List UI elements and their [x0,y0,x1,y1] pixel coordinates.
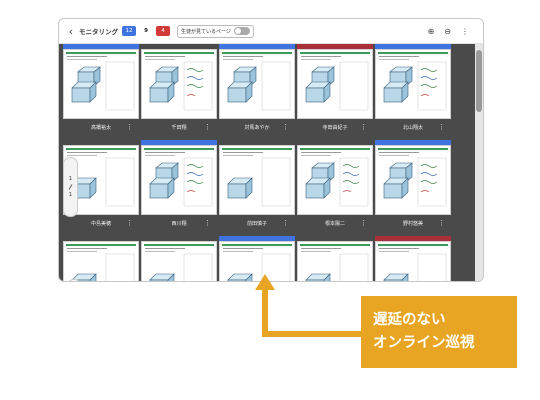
more-vert-icon[interactable]: ⋮ [438,123,445,131]
page-total: 1 [68,192,73,198]
worksheet-thumbnail[interactable] [141,145,217,215]
page-separator [68,184,73,190]
student-tile[interactable]: 西川翔 ⋮ [141,140,217,231]
student-tile[interactable]: 北山翔太 ⋮ [375,44,451,135]
student-tile[interactable]: 寺田由紀子 ⋮ [297,44,373,135]
more-vert-icon[interactable]: ⋮ [204,219,211,227]
worksheet-thumbnail[interactable] [63,241,139,281]
student-name-row: 高橋裕太 ⋮ [63,119,139,135]
scrollbar-thumb[interactable] [476,50,482,112]
student-name: 西川翔 [171,220,187,227]
student-tile[interactable]: 対馬あやか ⋮ [219,44,295,135]
student-tile[interactable]: 根本陽二 ⋮ [297,140,373,231]
worksheet-thumbnail[interactable] [375,49,451,119]
student-name-row: 前田慎子 ⋮ [219,215,295,231]
more-vert-icon[interactable]: ⋮ [360,123,367,131]
student-grid: 高橋裕太 ⋮ 千田翔 ⋮ 対馬あやか ⋮ 寺田由紀子 ⋮ 北山翔太 ⋮ 中島美穂 ⋮ 西川翔 ⋮ 前田慎子 ⋮… [59,44,475,281]
scrollbar[interactable] [475,44,483,281]
callout-line-1: 遅延のない [373,312,446,328]
worksheet-thumbnail[interactable] [297,49,373,119]
student-tile[interactable]: 高橋裕太 ⋮ [63,44,139,135]
student-name-row: 野村悠美 ⋮ [375,215,451,231]
student-page-toggle[interactable]: 生徒が見ているページ [177,24,254,38]
zoom-out-icon[interactable]: ⊖ [444,27,451,36]
student-tile[interactable]: 野村悠美 ⋮ [375,140,451,231]
student-tile[interactable]: ⋮ [63,236,139,281]
page-current: 1 [68,176,73,182]
student-name-row: 対馬あやか ⋮ [219,119,295,135]
student-name: 前田慎子 [246,220,267,227]
student-name-row: 根本陽二 ⋮ [297,215,373,231]
student-name-row: 西川翔 ⋮ [141,215,217,231]
student-tile[interactable]: 千田翔 ⋮ [141,44,217,135]
student-name: 対馬あやか [244,124,270,131]
worksheet-thumbnail[interactable] [141,241,217,281]
student-name-row: 寺田由紀子 ⋮ [297,119,373,135]
student-name-row: 千田翔 ⋮ [141,119,217,135]
student-name: 根本陽二 [324,220,345,227]
more-vert-icon[interactable]: ⋮ [126,123,133,131]
student-name: 高橋裕太 [90,124,111,131]
page-indicator[interactable]: 1 1 [63,157,78,217]
toggle-label: 生徒が見ているページ [181,28,231,35]
worksheet-thumbnail[interactable] [375,145,451,215]
callout-line-2: オンライン巡視 [373,335,475,351]
feature-callout: 遅延のない オンライン巡視 [361,296,517,368]
more-vert-icon[interactable]: ⋮ [126,219,133,227]
page-title: モニタリング [79,28,118,36]
worksheet-thumbnail[interactable] [219,145,295,215]
worksheet-thumbnail[interactable] [141,49,217,119]
status-badge-plain[interactable]: 9 [139,26,153,36]
monitoring-window: ‹ モニタリング 12 9 4 生徒が見ているページ ⊕ ⊖ ⋮ 高橋裕太 ⋮ 千田… [58,18,484,282]
student-tile[interactable]: 前田慎子 ⋮ [219,140,295,231]
student-name-row: 北山翔太 ⋮ [375,119,451,135]
student-name: 野村悠美 [402,220,423,227]
toggle-switch[interactable] [233,27,250,35]
more-vert-icon[interactable]: ⋮ [360,219,367,227]
top-bar: ‹ モニタリング 12 9 4 生徒が見ているページ ⊕ ⊖ ⋮ [59,19,483,44]
status-badge-blue[interactable]: 12 [122,26,136,36]
student-name: 北山翔太 [402,124,423,131]
chevron-left-icon[interactable]: ‹ [63,25,79,38]
student-name-row: 中島美穂 ⋮ [63,215,139,231]
more-vert-icon[interactable]: ⋮ [282,219,289,227]
student-tile[interactable]: ⋮ [141,236,217,281]
more-vert-icon[interactable]: ⋮ [438,219,445,227]
worksheet-thumbnail[interactable] [63,49,139,119]
student-name: 千田翔 [171,124,187,131]
more-vert-icon[interactable]: ⋮ [204,123,211,131]
student-name: 寺田由紀子 [322,124,348,131]
worksheet-thumbnail[interactable] [297,145,373,215]
worksheet-thumbnail[interactable] [219,49,295,119]
student-name: 中島美穂 [90,220,111,227]
status-badge-red[interactable]: 4 [156,26,170,36]
zoom-in-icon[interactable]: ⊕ [428,27,435,36]
more-vert-icon[interactable]: ⋮ [282,123,289,131]
more-vert-icon[interactable]: ⋮ [461,27,469,36]
